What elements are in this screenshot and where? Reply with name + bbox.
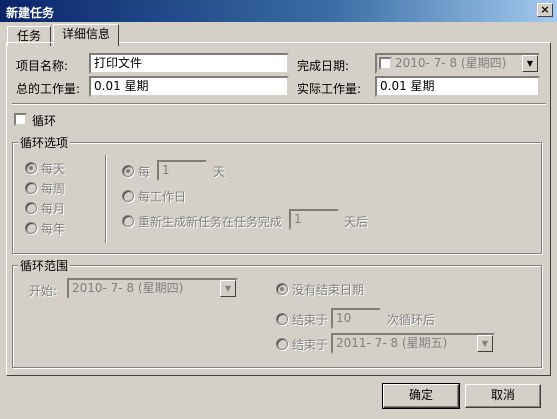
radio-yearly-label: 每年 [41,222,66,236]
every-label: 每 [138,165,151,179]
end-by-date-picker[interactable]: 2011- 7- 8 (星期五) ▼ [331,333,495,354]
tab-task-label: 任务 [16,29,41,43]
tab-details-label: 详细信息 [61,27,110,41]
vertical-divider [105,155,107,243]
every-unit-label: 天 [213,165,226,179]
chevron-down-icon[interactable]: ▼ [220,280,236,297]
total-work-label: 总的工作量: [16,82,81,96]
regenerate-label: 重新生成新任务在任务完成 [138,215,283,229]
tab-details[interactable]: 详细信息 [53,24,119,46]
finish-date-value: 2010- 7- 8 (星期四) [395,56,507,70]
end-by-label: 结束于 [292,338,329,352]
every-workday-label: 每工作日 [138,190,187,204]
regenerate-unit-label: 天后 [344,215,369,229]
name-input[interactable]: 打印文件 [89,53,289,74]
radio-yearly[interactable] [25,222,37,234]
radio-no-end-date[interactable] [276,283,288,295]
recurrence-range-title: 循环范围 [18,257,71,274]
start-date-value: 2010- 7- 8 (星期四) [72,281,184,295]
actual-work-input[interactable]: 0.01 星期 [375,76,540,97]
window-title: 新建任务 [6,6,55,20]
total-work-input[interactable]: 0.01 星期 [89,76,289,97]
recurrence-options-group [12,142,542,254]
chevron-down-icon[interactable]: ▼ [522,55,538,72]
finish-date-checkbox[interactable] [379,57,392,70]
radio-daily[interactable] [25,162,37,174]
end-after-label: 结束于 [292,313,329,327]
ok-button[interactable]: 确定 [382,383,460,409]
end-after-unit-label: 次循环后 [387,313,436,327]
end-by-date-value: 2011- 7- 8 (星期五) [336,336,448,350]
radio-weekly[interactable] [25,182,37,194]
radio-monthly[interactable] [25,202,37,214]
chevron-down-icon[interactable]: ▼ [477,335,493,352]
recur-checkbox[interactable] [14,113,27,126]
radio-daily-label: 每天 [41,162,66,176]
radio-every-n-days[interactable] [122,165,134,177]
radio-weekly-label: 每周 [41,182,66,196]
regenerate-days-input[interactable]: 1 [289,209,339,230]
name-label: 项目名称: [16,59,69,73]
start-date-picker[interactable]: 2010- 7- 8 (星期四) ▼ [67,278,238,299]
start-label: 开始: [29,284,58,298]
no-end-date-label: 没有结束日期 [292,283,365,297]
radio-monthly-label: 每月 [41,202,66,216]
recur-label: 循环 [32,114,57,128]
radio-regenerate[interactable] [122,215,134,227]
title-bar: 新建任务 × [0,0,557,22]
recurrence-options-title: 循环选项 [18,134,71,151]
radio-end-after[interactable] [276,313,288,325]
radio-end-by[interactable] [276,338,288,350]
radio-every-workday[interactable] [122,190,134,202]
every-days-input[interactable]: 1 [157,160,207,181]
separator [12,103,546,105]
close-button[interactable]: × [537,3,553,17]
cancel-button[interactable]: 取消 [465,384,541,408]
finish-date-label: 完成日期: [297,59,350,73]
finish-date-picker[interactable]: 2010- 7- 8 (星期四) ▼ [375,53,540,74]
actual-work-label: 实际工作量: [297,82,362,96]
end-after-input[interactable]: 10 [331,308,381,329]
